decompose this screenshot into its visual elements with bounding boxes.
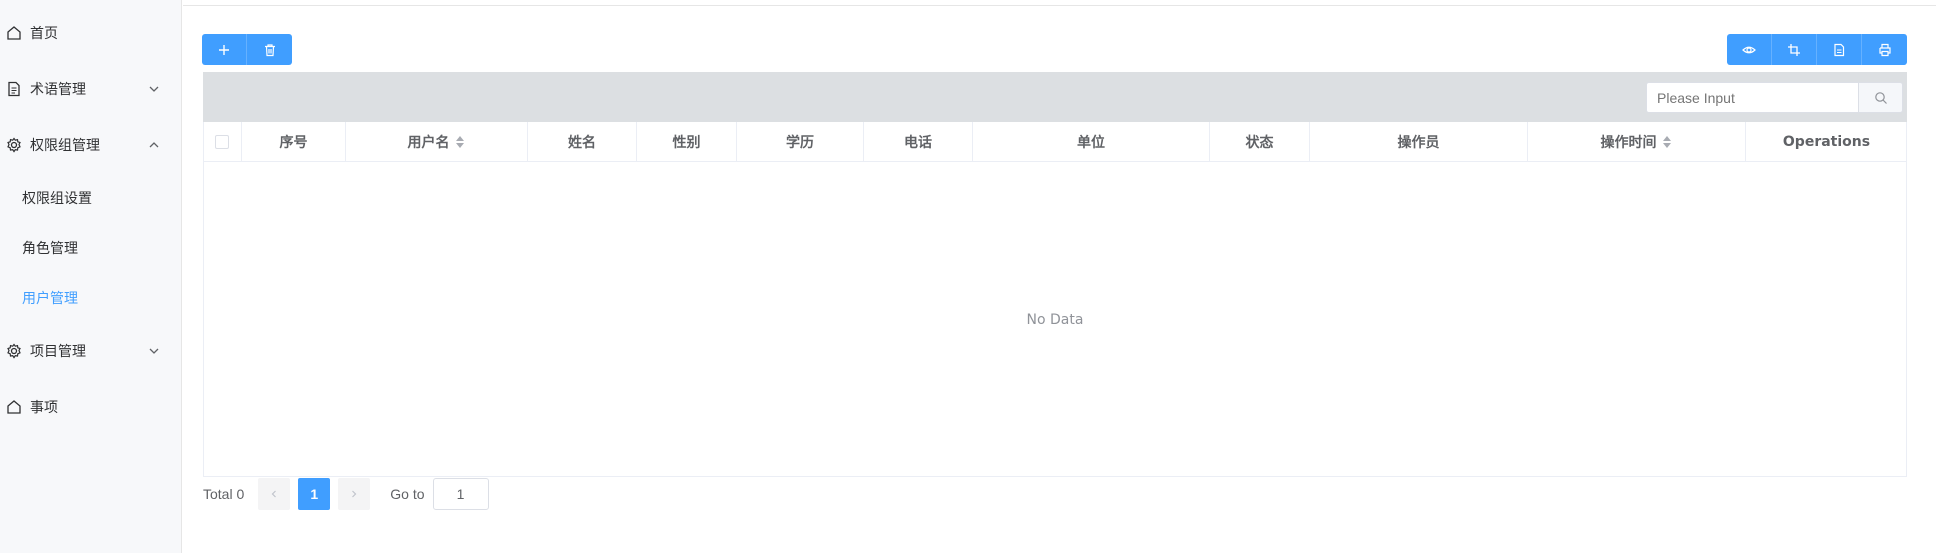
- column-header-label: 序号: [279, 135, 308, 151]
- sidebar-subitem-label: 权限组设置: [22, 191, 92, 207]
- column-header: 操作员: [1310, 122, 1528, 162]
- top-divider: [183, 5, 1936, 6]
- delete-button[interactable]: [247, 34, 292, 65]
- toolbar-left-group: [202, 34, 292, 65]
- gear-icon: [7, 343, 21, 359]
- trash-icon: [264, 43, 275, 56]
- column-header-sortable[interactable]: 操作时间: [1528, 122, 1746, 162]
- column-header: 性别: [637, 122, 737, 162]
- next-page-button[interactable]: [338, 478, 371, 510]
- chevron-down-icon: [149, 86, 159, 92]
- search-button[interactable]: [1858, 82, 1903, 113]
- column-header: Operations: [1746, 122, 1907, 162]
- gear-icon: [7, 137, 21, 153]
- print-button[interactable]: [1862, 34, 1907, 65]
- goto-label: Go to: [390, 486, 425, 502]
- column-header: 电话: [864, 122, 973, 162]
- goto-page-input[interactable]: [432, 478, 489, 510]
- select-all-cell: [203, 122, 242, 162]
- column-header-label: Operations: [1782, 134, 1871, 150]
- crop-icon: [1788, 43, 1800, 56]
- sidebar-item-terminology[interactable]: 术语管理: [0, 69, 182, 109]
- sidebar-item-permission-groups[interactable]: 权限组管理: [0, 125, 182, 165]
- sidebar-subitem-role-management[interactable]: 角色管理: [0, 230, 182, 266]
- search-input[interactable]: [1646, 82, 1859, 113]
- sidebar-item-matters[interactable]: 事项: [0, 387, 182, 427]
- column-header-label: 操作时间: [1600, 135, 1657, 151]
- export-button[interactable]: [1817, 34, 1862, 65]
- select-all-checkbox[interactable]: [215, 135, 229, 149]
- printer-icon: [1878, 43, 1891, 56]
- pagination: Total 0 1 Go to: [203, 478, 489, 510]
- export-document-icon: [1834, 43, 1845, 56]
- table-empty-state: No Data: [203, 162, 1907, 477]
- pagination-total: Total 0: [203, 486, 245, 502]
- sidebar-item-label: 权限组管理: [30, 138, 100, 154]
- sidebar-item-label: 术语管理: [30, 82, 86, 98]
- home-icon: [7, 400, 21, 414]
- column-header: 状态: [1210, 122, 1310, 162]
- crop-button[interactable]: [1772, 34, 1817, 65]
- column-header-sortable[interactable]: 用户名: [346, 122, 528, 162]
- sidebar-item-label: 事项: [30, 400, 58, 416]
- sidebar-item-projects[interactable]: 项目管理: [0, 331, 182, 371]
- column-header-label: 性别: [672, 135, 701, 151]
- sidebar-subitem-label: 用户管理: [22, 291, 78, 307]
- empty-text: No Data: [1026, 311, 1084, 328]
- document-icon: [8, 81, 20, 97]
- sidebar-subitem-user-management[interactable]: 用户管理: [0, 280, 182, 316]
- add-button[interactable]: [202, 34, 247, 65]
- prev-page-button[interactable]: [258, 478, 291, 510]
- table-header: 序号 用户名 姓名 性别 学历 电话 单位 状态 操作员 操作时间 Operat…: [203, 122, 1907, 162]
- page-number-current[interactable]: 1: [298, 478, 331, 510]
- sidebar-subitem-permission-settings[interactable]: 权限组设置: [0, 180, 182, 216]
- sidebar-subitem-label: 角色管理: [22, 241, 78, 257]
- toolbar-right-group: [1727, 34, 1907, 65]
- view-button[interactable]: [1727, 34, 1772, 65]
- chevron-down-icon: [149, 348, 159, 354]
- column-header: 姓名: [528, 122, 637, 162]
- column-header-label: 用户名: [407, 135, 450, 151]
- column-header: 序号: [242, 122, 346, 162]
- column-header-label: 学历: [786, 135, 814, 151]
- column-header-label: 单位: [1077, 135, 1105, 151]
- sidebar-item-home[interactable]: 首页: [0, 13, 182, 53]
- eye-icon: [1742, 46, 1756, 53]
- chevron-left-icon: [271, 490, 277, 498]
- sidebar-item-label: 首页: [30, 26, 58, 42]
- column-header-label: 状态: [1245, 135, 1274, 151]
- column-header-label: 姓名: [568, 135, 596, 151]
- search-icon: [1874, 91, 1887, 104]
- column-header: 单位: [973, 122, 1210, 162]
- chevron-up-icon: [149, 142, 159, 148]
- chevron-right-icon: [352, 490, 357, 498]
- sidebar-item-label: 项目管理: [30, 344, 86, 360]
- plus-icon: [219, 44, 229, 55]
- sort-icon[interactable]: [1662, 135, 1673, 149]
- home-icon: [7, 26, 21, 40]
- column-header: 学历: [737, 122, 864, 162]
- column-header-label: 操作员: [1397, 135, 1440, 151]
- column-header-label: 电话: [904, 135, 932, 151]
- sidebar: 首页 术语管理 权限组管理 权限组设置 角色管理 用户管理 项目管理 事项: [0, 0, 182, 553]
- sort-icon[interactable]: [455, 135, 466, 149]
